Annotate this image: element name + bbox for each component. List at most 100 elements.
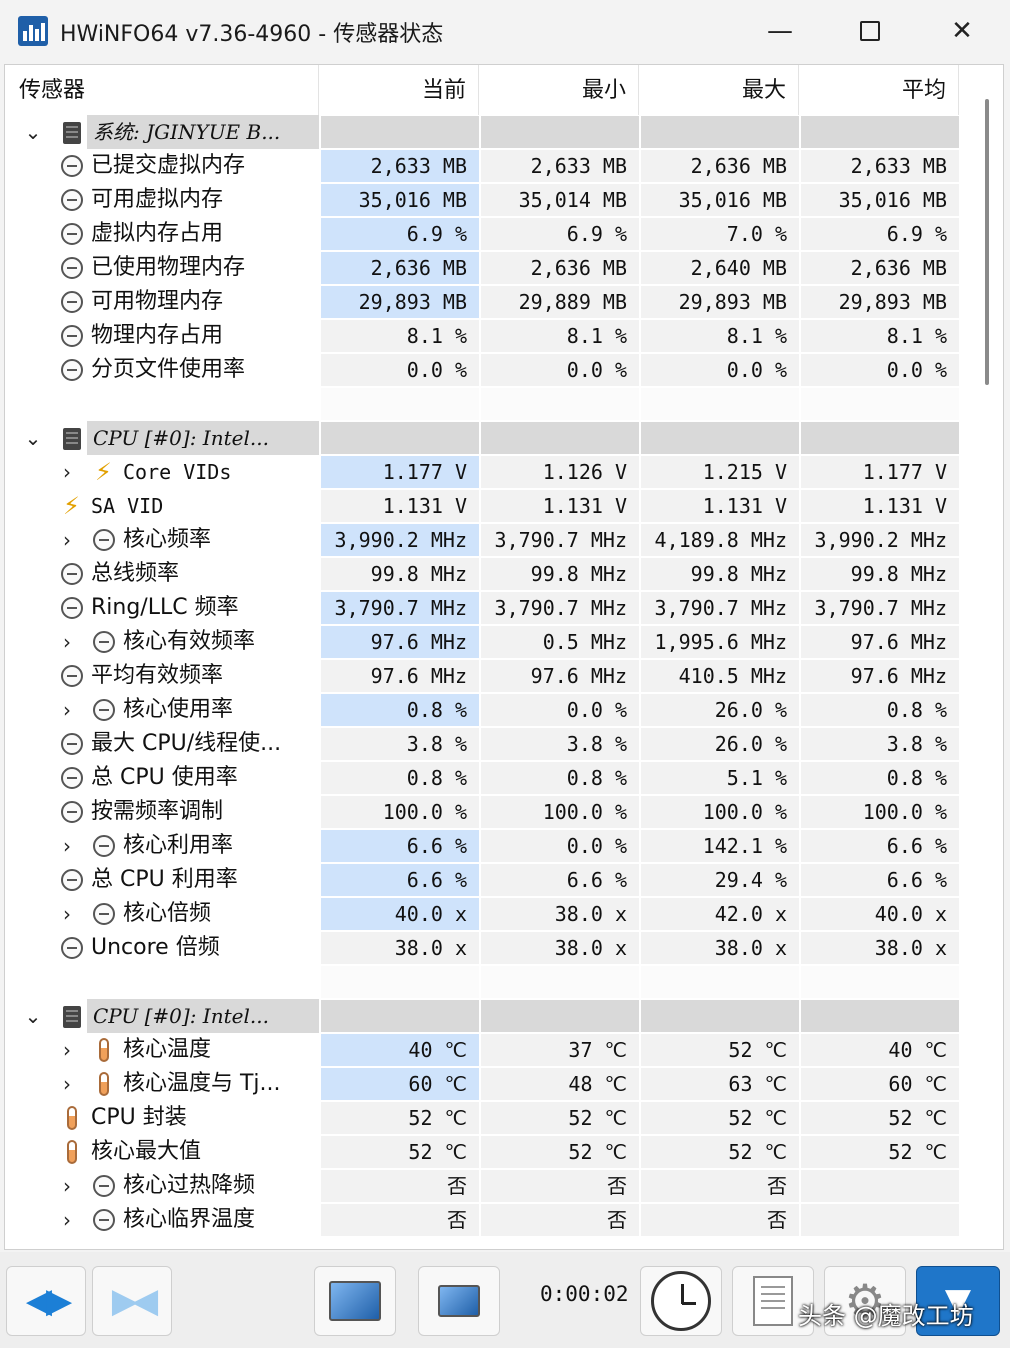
chevron-right-icon[interactable]: ›	[57, 527, 77, 553]
chevron-right-icon[interactable]: ›	[57, 901, 77, 927]
clock-icon	[93, 529, 115, 551]
sensor-row[interactable]: › 核心温度与 Tj... 60 ℃ 48 ℃ 63 ℃ 60 ℃	[5, 1067, 961, 1101]
sensor-label: Core VIDs	[123, 460, 232, 484]
spacer-cell-max	[641, 388, 799, 420]
value-max: 38.0 x	[641, 932, 799, 964]
spacer-cell-min	[481, 966, 639, 998]
sensor-row[interactable]: 已提交虚拟内存 2,633 MB 2,633 MB 2,636 MB 2,633 MB	[5, 149, 961, 183]
sensor-row[interactable]: 可用虚拟内存 35,016 MB 35,014 MB 35,016 MB 35,016 …	[5, 183, 961, 217]
column-header-min[interactable]: 最小	[481, 65, 639, 115]
chevron-right-icon[interactable]: ›	[57, 1037, 77, 1063]
sensor-row[interactable]: Ring/LLC 频率 3,790.7 MHz 3,790.7 MHz 3,790.7…	[5, 591, 961, 625]
value-current: 97.6 MHz	[321, 660, 479, 692]
value-current: 否	[321, 1170, 479, 1202]
thermometer-icon	[67, 1140, 77, 1164]
vertical-scrollbar[interactable]	[963, 65, 1003, 1249]
sensor-group-row[interactable]: ⌄ 系统: JGINYUE B...	[5, 115, 961, 149]
sensor-rows: ⌄ 系统: JGINYUE B... 已提交虚拟内存 2,633 MB 2,633 MB…	[5, 115, 961, 1237]
sensor-row[interactable]: 物理内存占用 8.1 % 8.1 % 8.1 % 8.1 %	[5, 319, 961, 353]
chevron-right-icon[interactable]: ›	[57, 1071, 77, 1097]
scrollbar-thumb[interactable]	[985, 99, 989, 385]
value-avg: 97.6 MHz	[801, 660, 959, 692]
bolt-icon: ⚡	[95, 458, 112, 486]
chevron-down-icon[interactable]: ⌄	[23, 1003, 43, 1029]
sensor-row[interactable]: 已使用物理内存 2,636 MB 2,636 MB 2,640 MB 2,636 MB	[5, 251, 961, 285]
collapse-arrows-button[interactable]: ▶◀	[92, 1266, 172, 1336]
sensor-row[interactable]: 最大 CPU/线程使... 3.8 % 3.8 % 26.0 % 3.8 %	[5, 727, 961, 761]
column-header-sensor[interactable]: 传感器	[5, 65, 319, 115]
value-max: 99.8 MHz	[641, 558, 799, 590]
sensor-name-cell: › 核心有效频率	[5, 625, 321, 659]
sensor-label: SA VID	[91, 494, 164, 518]
chevron-right-icon[interactable]: ›	[57, 697, 77, 723]
chevron-down-icon[interactable]: ⌄	[23, 119, 43, 145]
network-button[interactable]	[418, 1266, 500, 1336]
sensor-row[interactable]: 总 CPU 使用率 0.8 % 0.8 % 5.1 % 0.8 %	[5, 761, 961, 795]
sensor-name-cell: › 核心利用率	[5, 829, 321, 863]
group-cell-current	[321, 1000, 479, 1032]
sensor-row[interactable]: › 核心使用率 0.8 % 0.0 % 26.0 % 0.8 %	[5, 693, 961, 727]
sensor-row[interactable]: › 核心温度 40 ℃ 37 ℃ 52 ℃ 40 ℃	[5, 1033, 961, 1067]
sensor-group-row[interactable]: ⌄ CPU [#0]: Intel...	[5, 421, 961, 455]
clock-icon	[61, 665, 83, 687]
sensor-label: 可用虚拟内存	[91, 187, 224, 212]
value-max: 26.0 %	[641, 728, 799, 760]
sensor-row[interactable]: 分页文件使用率 0.0 % 0.0 % 0.0 % 0.0 %	[5, 353, 961, 387]
value-max: 1.131 V	[641, 490, 799, 522]
chevron-right-icon[interactable]: ›	[57, 629, 77, 655]
sensor-row[interactable]: 总线频率 99.8 MHz 99.8 MHz 99.8 MHz 99.8 MHz	[5, 557, 961, 591]
chevron-right-icon[interactable]: ›	[57, 833, 77, 859]
sensor-row[interactable]: › 核心倍频 40.0 x 38.0 x 42.0 x 40.0 x	[5, 897, 961, 931]
group-label: 系统: JGINYUE B...	[93, 120, 281, 144]
value-current: 52 ℃	[321, 1102, 479, 1134]
value-max: 5.1 %	[641, 762, 799, 794]
sensor-label: 已使用物理内存	[91, 255, 246, 280]
chevron-right-icon[interactable]: ›	[57, 459, 77, 485]
sensor-row[interactable]: › 核心利用率 6.6 % 0.0 % 142.1 % 6.6 %	[5, 829, 961, 863]
value-max: 42.0 x	[641, 898, 799, 930]
sensor-row[interactable]: 核心最大值 52 ℃ 52 ℃ 52 ℃ 52 ℃	[5, 1135, 961, 1169]
sensor-monitor-button[interactable]	[314, 1266, 396, 1336]
minimize-button[interactable]: —	[750, 8, 810, 54]
value-avg: 40.0 x	[801, 898, 959, 930]
value-min: 3.8 %	[481, 728, 639, 760]
sensor-row[interactable]: 可用物理内存 29,893 MB 29,889 MB 29,893 MB 29,893 …	[5, 285, 961, 319]
value-avg: 0.0 %	[801, 354, 959, 386]
sensor-label: 可用物理内存	[91, 289, 224, 314]
sensor-row[interactable]: ⚡ SA VID 1.131 V 1.131 V 1.131 V 1.131 V	[5, 489, 961, 523]
value-avg: 6.6 %	[801, 864, 959, 896]
network-computers-icon	[438, 1285, 480, 1317]
value-avg: 0.8 %	[801, 762, 959, 794]
sensor-group-row[interactable]: ⌄ CPU [#0]: Intel...	[5, 999, 961, 1033]
sensor-row[interactable]: › 核心过热降频否否否	[5, 1169, 961, 1203]
column-header-avg[interactable]: 平均	[801, 65, 959, 115]
sensor-name-cell: 总线频率	[5, 557, 321, 591]
sensor-row[interactable]: › 核心有效频率 97.6 MHz 0.5 MHz 1,995.6 MHz 97.6 MH…	[5, 625, 961, 659]
close-button[interactable]: ✕	[932, 8, 992, 54]
sensor-row[interactable]: CPU 封装 52 ℃ 52 ℃ 52 ℃ 52 ℃	[5, 1101, 961, 1135]
group-cell-current	[321, 422, 479, 454]
sensor-row[interactable]: 平均有效频率 97.6 MHz 97.6 MHz 410.5 MHz 97.6 MHz	[5, 659, 961, 693]
value-current: 52 ℃	[321, 1136, 479, 1168]
chevron-right-icon[interactable]: ›	[57, 1207, 77, 1233]
navigate-arrows-button[interactable]: ◀▶	[6, 1266, 86, 1336]
sensor-row[interactable]: › 核心频率 3,990.2 MHz 3,790.7 MHz 4,189.8 MHz 3,…	[5, 523, 961, 557]
value-max: 52 ℃	[641, 1136, 799, 1168]
reset-timer-button[interactable]	[640, 1266, 722, 1336]
sensor-row[interactable]: Uncore 倍频 38.0 x 38.0 x 38.0 x 38.0 x	[5, 931, 961, 965]
column-header-current[interactable]: 当前	[321, 65, 479, 115]
value-avg: 52 ℃	[801, 1102, 959, 1134]
sensor-row[interactable]: 总 CPU 利用率 6.6 % 6.6 % 29.4 % 6.6 %	[5, 863, 961, 897]
group-name-cell: ⌄ CPU [#0]: Intel...	[5, 999, 321, 1033]
chevron-down-icon[interactable]: ⌄	[23, 425, 43, 451]
sensor-row[interactable]: › ⚡ Core VIDs 1.177 V 1.126 V 1.215 V 1.177 V	[5, 455, 961, 489]
sensor-row[interactable]: 按需频率调制 100.0 % 100.0 % 100.0 % 100.0 %	[5, 795, 961, 829]
sensor-row[interactable]: › 核心临界温度否否否	[5, 1203, 961, 1237]
sensor-label: 总 CPU 使用率	[91, 765, 238, 790]
minimize-icon: —	[767, 16, 793, 46]
sensor-row[interactable]: 虚拟内存占用 6.9 % 6.9 % 7.0 % 6.9 %	[5, 217, 961, 251]
value-min: 2,636 MB	[481, 252, 639, 284]
maximize-button[interactable]	[840, 8, 900, 54]
chevron-right-icon[interactable]: ›	[57, 1173, 77, 1199]
column-header-max[interactable]: 最大	[641, 65, 799, 115]
